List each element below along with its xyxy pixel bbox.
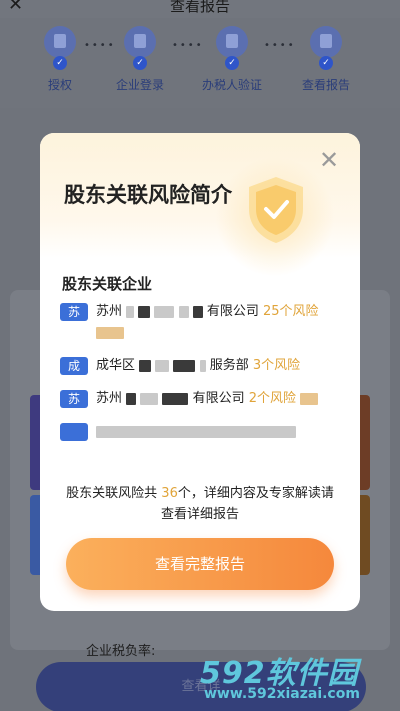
company-name-start: 苏州 (96, 391, 123, 406)
progress-stepper: ✓ 授权 •••• ✓ 企业登录 •••• ✓ 办税人验证 •••• ✓ 查看报… (0, 18, 400, 108)
view-full-report-button[interactable]: 查看完整报告 (66, 538, 334, 590)
shield-check-icon (249, 177, 303, 243)
redacted-text (154, 305, 175, 318)
enterprise-building-icon (124, 26, 156, 58)
step-label: 查看报告 (301, 78, 350, 92)
close-icon[interactable]: ✕ (316, 148, 342, 174)
city-badge: 苏 (60, 390, 88, 408)
company-name-end: 服务部 (209, 358, 249, 373)
report-doc-icon (310, 26, 342, 58)
redacted-text (155, 359, 170, 372)
risk-count: 25个风险 (263, 304, 319, 319)
step-label: 企业登录 (115, 78, 164, 92)
check-icon: ✓ (319, 56, 333, 70)
step-enterprise-login: ✓ 企业登录 (100, 26, 180, 93)
redacted-text (300, 392, 319, 405)
check-icon: ✓ (53, 56, 67, 70)
redacted-text (139, 359, 152, 372)
tax-rate-label: 企业税负率: (86, 644, 156, 659)
city-badge: 成 (60, 357, 88, 375)
company-name-start: 成华区 (96, 358, 136, 373)
summary-prefix: 股东关联风险共 (66, 486, 158, 501)
list-item[interactable]: 成 成华区 服务部 3个风险 (60, 355, 342, 376)
related-company-list: 苏 苏州 有限公司 25个风险 成 成华区 服务部 3个风险 苏 苏州 有限公司… (60, 301, 342, 471)
step-view-report: ✓ 查看报告 (286, 26, 366, 93)
redacted-text (126, 392, 137, 405)
check-icon: ✓ (225, 56, 239, 70)
risk-count: 2个风险 (248, 391, 297, 406)
redacted-text (126, 305, 135, 318)
redacted-text (138, 305, 151, 318)
list-fade (40, 458, 360, 478)
step-label: 办税人验证 (201, 78, 262, 92)
list-item[interactable] (60, 421, 342, 442)
site-watermark: 592软件园 www.592xiazai.com (200, 648, 400, 711)
step-label: 授权 (47, 78, 72, 92)
page-title: 查看报告 (169, 0, 230, 15)
risk-modal: 股东关联风险简介 ✕ 股东关联企业 苏 苏州 有限公司 25个风险 成 成华区 … (40, 133, 360, 611)
company-name-start: 苏州 (96, 304, 123, 319)
company-name-end: 有限公司 (192, 391, 245, 406)
taxpayer-shield-icon (216, 26, 248, 58)
authorize-shield-icon (44, 26, 76, 58)
risk-count: 3个风险 (252, 358, 301, 373)
redacted-text (162, 392, 189, 405)
summary-suffix: 个，详细内容及专家解读请查看详细报告 (160, 486, 334, 522)
redacted-text (173, 359, 196, 372)
list-item[interactable]: 苏 苏州 有限公司 2个风险 (60, 388, 342, 409)
check-icon: ✓ (133, 56, 147, 70)
redacted-text (199, 359, 206, 372)
redacted-text (192, 305, 203, 318)
top-bar: ✕ 查看报告 (0, 0, 400, 18)
modal-title: 股东关联风险简介 (64, 183, 232, 207)
risk-summary: 股东关联风险共 36个，详细内容及专家解读请查看详细报告 (62, 483, 338, 525)
city-badge (60, 423, 88, 441)
redacted-text (96, 326, 124, 339)
list-item[interactable]: 苏 苏州 有限公司 25个风险 (60, 301, 342, 343)
section-title: 股东关联企业 (62, 275, 153, 293)
watermark-url: www.592xiazai.com (204, 686, 360, 702)
step-authorize: ✓ 授权 (20, 26, 100, 93)
redacted-text (178, 305, 189, 318)
summary-count: 36 (161, 486, 178, 501)
city-badge: 苏 (60, 303, 88, 321)
company-name-end: 有限公司 (206, 304, 259, 319)
redacted-text (96, 425, 296, 438)
step-taxpayer-verify: ✓ 办税人验证 (192, 26, 272, 93)
redacted-text (140, 392, 159, 405)
